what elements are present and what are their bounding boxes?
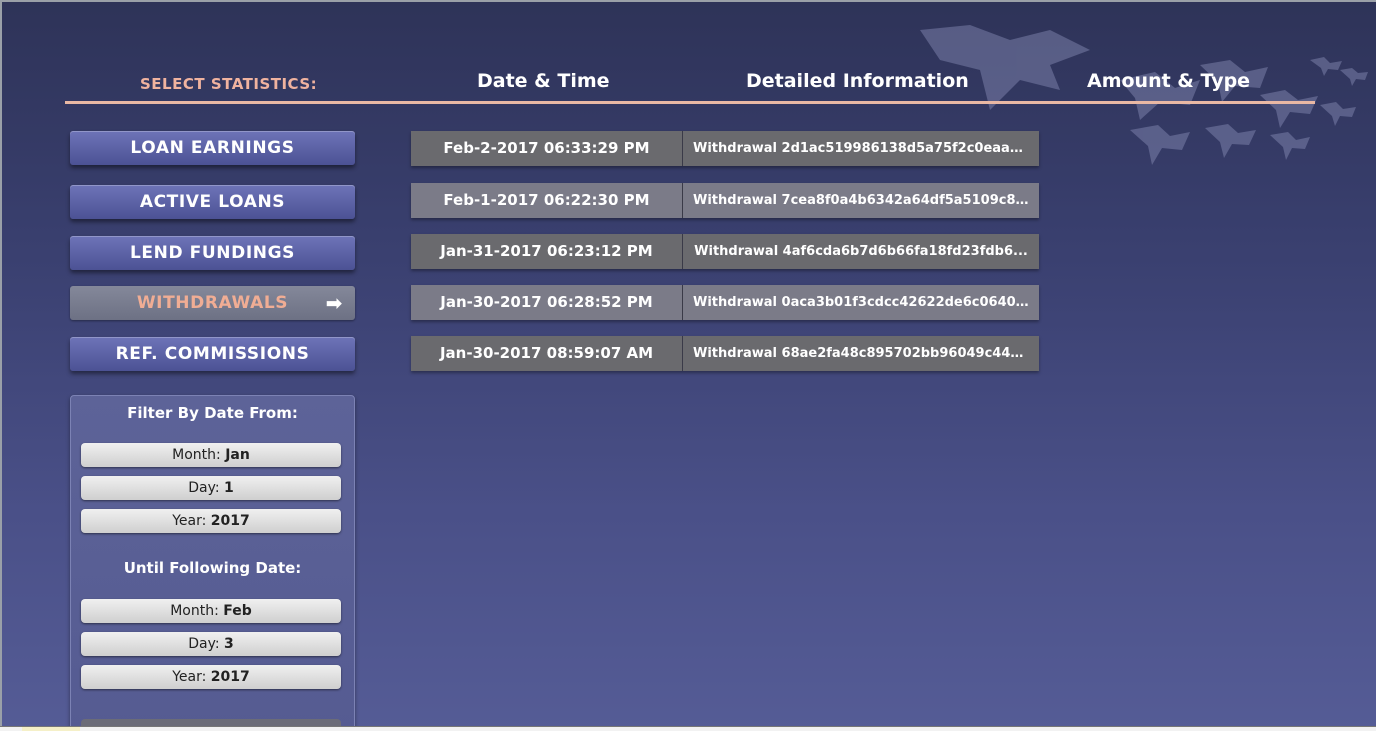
- right-arrow-icon: ➡: [325, 291, 343, 315]
- row-detailed-information: Withdrawal 2d1ac519986138d5a75f2c0eaa2..…: [683, 131, 1039, 166]
- window-left-border: [0, 0, 2, 731]
- row-date-time: Feb-2-2017 06:33:29 PM: [411, 131, 683, 166]
- filter-until-year-select[interactable]: Year: 2017: [81, 665, 341, 689]
- filter-until-day-label: Day:: [188, 636, 220, 652]
- filter-until-month-value: Feb: [223, 603, 252, 619]
- filter-from-year-value: 2017: [210, 513, 250, 529]
- column-header-date-time: Date & Time: [477, 70, 610, 92]
- select-statistics-label: SELECT STATISTICS:: [140, 75, 318, 93]
- window-top-border: [0, 0, 1376, 2]
- row-date-time: Jan-31-2017 06:23:12 PM: [411, 234, 683, 269]
- row-date-time: Feb-1-2017 06:22:30 PM: [411, 183, 683, 218]
- filter-until-title: Until Following Date:: [123, 559, 302, 577]
- table-row[interactable]: Jan-30-2017 08:59:07 AM Withdrawal 68ae2…: [411, 336, 1039, 371]
- filter-from-year-select[interactable]: Year: 2017: [81, 509, 341, 533]
- row-detailed-information: Withdrawal 0aca3b01f3cdcc42622de6c0640..…: [683, 285, 1039, 320]
- menu-ref-commissions-button[interactable]: REF. COMMISSIONS: [70, 337, 355, 371]
- filter-from-day-label: Day:: [188, 480, 220, 496]
- filter-from-title: Filter By Date From:: [127, 404, 298, 422]
- filter-until-year-label: Year:: [172, 669, 207, 685]
- filter-from-day-value: 1: [224, 480, 234, 496]
- menu-lend-fundings-button[interactable]: LEND FUNDINGS: [70, 236, 355, 270]
- table-row[interactable]: Jan-30-2017 06:28:52 PM Withdrawal 0aca3…: [411, 285, 1039, 320]
- table-row[interactable]: Jan-31-2017 06:23:12 PM Withdrawal 4af6c…: [411, 234, 1039, 269]
- filter-until-month-label: Month:: [170, 603, 219, 619]
- filter-from-month-select[interactable]: Month: Jan: [81, 443, 341, 467]
- filter-from-month-label: Month:: [172, 447, 221, 463]
- row-detailed-information: Withdrawal 68ae2fa48c895702bb96049c44d..…: [683, 336, 1039, 371]
- column-header-detailed-information: Detailed Information: [746, 70, 969, 92]
- menu-loan-earnings-button[interactable]: LOAN EARNINGS: [70, 131, 355, 165]
- filter-until-day-select[interactable]: Day: 3: [81, 632, 341, 656]
- filter-until-day-value: 3: [224, 636, 234, 652]
- row-detailed-information: Withdrawal 7cea8f0a4b6342a64df5a5109c8..…: [683, 183, 1039, 218]
- table-header: SELECT STATISTICS: Date & Time Detailed …: [65, 60, 1315, 104]
- filter-from-month-value: Jan: [225, 447, 250, 463]
- menu-withdrawals-button[interactable]: WITHDRAWALS ➡: [70, 286, 355, 320]
- row-date-time: Jan-30-2017 08:59:07 AM: [411, 336, 683, 371]
- menu-active-loans-button[interactable]: ACTIVE LOANS: [70, 185, 355, 219]
- date-filter-panel: Filter By Date From: Month: Jan Day: 1 Y…: [70, 395, 355, 731]
- filter-from-day-select[interactable]: Day: 1: [81, 476, 341, 500]
- row-detailed-information: Withdrawal 4af6cda6b7d6b66fa18fd23fdb6..…: [683, 234, 1039, 269]
- table-row[interactable]: Feb-2-2017 06:33:29 PM Withdrawal 2d1ac5…: [411, 131, 1039, 166]
- taskbar-tab[interactable]: [22, 727, 80, 731]
- filter-from-year-label: Year:: [172, 513, 207, 529]
- filter-until-month-select[interactable]: Month: Feb: [81, 599, 341, 623]
- filter-until-year-value: 2017: [210, 669, 250, 685]
- row-date-time: Jan-30-2017 06:28:52 PM: [411, 285, 683, 320]
- column-header-amount-type: Amount & Type: [1087, 70, 1251, 92]
- menu-withdrawals-label: WITHDRAWALS: [136, 293, 289, 313]
- table-row[interactable]: Feb-1-2017 06:22:30 PM Withdrawal 7cea8f…: [411, 183, 1039, 218]
- taskbar-strip: [0, 726, 1376, 731]
